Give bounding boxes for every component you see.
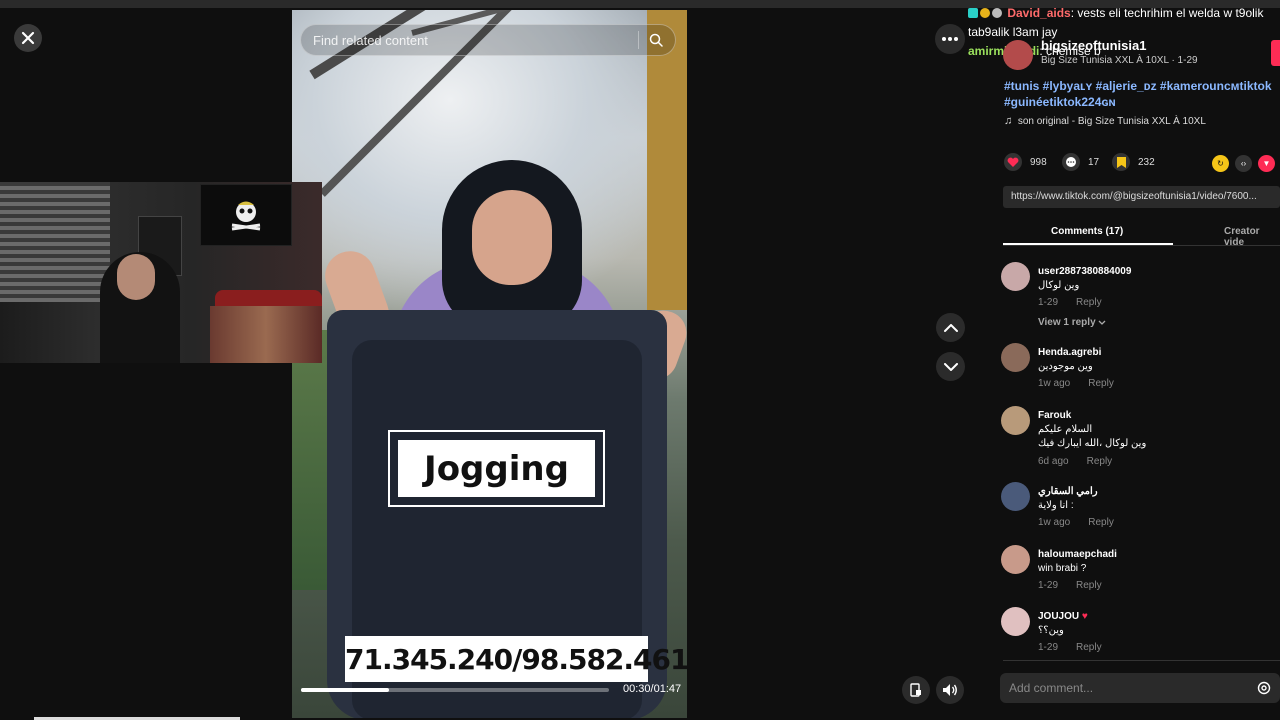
reply-button[interactable]: Reply [1087, 456, 1113, 467]
comment-date: 1w ago [1038, 517, 1071, 528]
streamer-webcam [0, 182, 322, 363]
video-link-field[interactable]: https://www.tiktok.com/@bigsizeoftunisia… [1003, 186, 1280, 208]
comment-text: win brabi ? [1038, 563, 1087, 574]
creator-avatar[interactable] [1003, 40, 1033, 70]
video-progress-fill [301, 688, 389, 692]
embed-code-icon[interactable]: ‹› [1235, 155, 1252, 172]
comment-date: 1w ago [1038, 378, 1071, 389]
comment-text: وين لوكال ،الله ايبارك فيك [1038, 438, 1147, 449]
add-comment-input[interactable] [1009, 681, 1257, 695]
chat-badge-icon [980, 8, 990, 18]
search-icon[interactable] [649, 33, 663, 47]
comment-username[interactable]: Henda.agrebi [1038, 347, 1101, 358]
like-button[interactable]: 998 [1004, 153, 1047, 171]
chevron-down-icon [1098, 320, 1106, 325]
comment-text: انا ولاية : [1038, 500, 1074, 511]
more-options-button[interactable] [935, 24, 965, 54]
share-send-icon[interactable]: ▼ [1258, 155, 1275, 172]
video-progress-bar[interactable] [301, 688, 609, 692]
skull-flag [200, 184, 292, 246]
reply-button[interactable]: Reply [1076, 297, 1102, 308]
comment-date: 1-29 [1038, 297, 1059, 308]
phone-number-text: 71.345.240/98.582.461 [345, 642, 687, 676]
view-replies-button[interactable]: View 1 reply [1038, 317, 1106, 328]
creator-handle[interactable]: bigsizeoftunisia1 [1041, 38, 1146, 53]
volume-button[interactable] [936, 676, 964, 704]
phone-number-overlay: 71.345.240/98.582.461 [345, 636, 687, 682]
comment-username[interactable]: JOUJOU ♥ [1038, 611, 1088, 622]
comment-button[interactable]: 17 [1062, 153, 1099, 171]
reply-button[interactable]: Reply [1088, 378, 1114, 389]
chat-badge-icon [968, 8, 978, 18]
skull-icon [231, 201, 261, 231]
comment-username[interactable]: رامي السقاري [1038, 486, 1098, 497]
find-related-search[interactable] [300, 24, 676, 56]
bookmark-icon [1112, 153, 1130, 171]
video-caption-overlay: Jogging [388, 430, 605, 507]
mention-icon[interactable] [1257, 681, 1271, 695]
volume-icon [943, 684, 957, 696]
reply-button[interactable]: Reply [1088, 517, 1114, 528]
chat-badge-icon [992, 8, 1002, 18]
picture-in-picture-button[interactable] [902, 676, 930, 704]
add-comment-box[interactable] [1000, 673, 1280, 703]
comment-avatar[interactable] [1001, 343, 1030, 372]
reply-button[interactable]: Reply [1076, 642, 1102, 653]
next-video-button[interactable] [936, 352, 965, 381]
comment-avatar[interactable] [1001, 262, 1030, 291]
comment-count: 17 [1088, 156, 1100, 168]
music-note-icon: ♫ [1004, 115, 1013, 127]
comment-avatar[interactable] [1001, 607, 1030, 636]
heart-badge-icon: ♥ [1081, 611, 1088, 622]
comment-date: 1-29 [1038, 580, 1059, 591]
more-icon [942, 37, 958, 41]
comment-date: 1-29 [1038, 642, 1059, 653]
previous-video-button[interactable] [936, 313, 965, 342]
video-timecode: 00:30/01:47 [623, 683, 682, 695]
creator-subtitle: Big Size Tunisia XXL À 10XL · 1-29 [1041, 55, 1198, 66]
chevron-down-icon [943, 362, 958, 371]
close-button[interactable] [14, 24, 42, 52]
comment-username[interactable]: Farouk [1038, 410, 1071, 421]
divider [1003, 660, 1280, 661]
chat-username: David_aids [1007, 6, 1071, 20]
save-count: 232 [1138, 156, 1155, 168]
like-count: 998 [1030, 156, 1047, 168]
music-title: son original - Big Size Tunisia XXL À 10… [1017, 116, 1206, 127]
comment-date: 6d ago [1038, 456, 1069, 467]
comment-bubble-icon [1062, 153, 1080, 171]
chevron-up-icon [943, 323, 958, 332]
caption-text: Jogging [398, 440, 595, 497]
video-hashtags[interactable]: #tunis #lybyaʟʏ #aljerie_ᴅᴢ #kamerounᴄᴍt… [1004, 78, 1274, 110]
comment-text: وين موجودين [1038, 361, 1093, 372]
comment-tabs: Comments (17) Creator vide [1003, 220, 1280, 248]
comment-avatar[interactable] [1001, 482, 1030, 511]
tab-creator-videos[interactable]: Creator vide [1224, 226, 1280, 248]
comment-avatar[interactable] [1001, 545, 1030, 574]
comment-avatar[interactable] [1001, 406, 1030, 435]
music-row[interactable]: ♫ son original - Big Size Tunisia XXL À … [1004, 115, 1206, 127]
pip-icon [910, 683, 921, 697]
share-whatsapp-icon[interactable]: ↻ [1212, 155, 1229, 172]
reply-button[interactable]: Reply [1076, 580, 1102, 591]
close-icon [21, 31, 35, 45]
heart-icon [1004, 153, 1022, 171]
comment-username[interactable]: user2887380884009 [1038, 266, 1131, 277]
follow-button[interactable] [1271, 40, 1280, 66]
active-tab-indicator [1003, 243, 1173, 245]
save-button[interactable]: 232 [1112, 153, 1155, 171]
comment-text: السلام عليكم [1038, 424, 1093, 435]
tab-comments[interactable]: Comments (17) [1051, 226, 1123, 237]
video-player[interactable]: Jogging 71.345.240/98.582.461 00:30/01:4… [292, 10, 687, 718]
comment-text: وين؟؟ [1038, 625, 1064, 636]
search-input[interactable] [313, 32, 628, 48]
comment-text: وين لوكال [1038, 280, 1080, 291]
comment-username[interactable]: haloumaepchadi [1038, 549, 1117, 560]
chat-message: David_aids: vests eli techrihim el welda… [968, 4, 1280, 42]
